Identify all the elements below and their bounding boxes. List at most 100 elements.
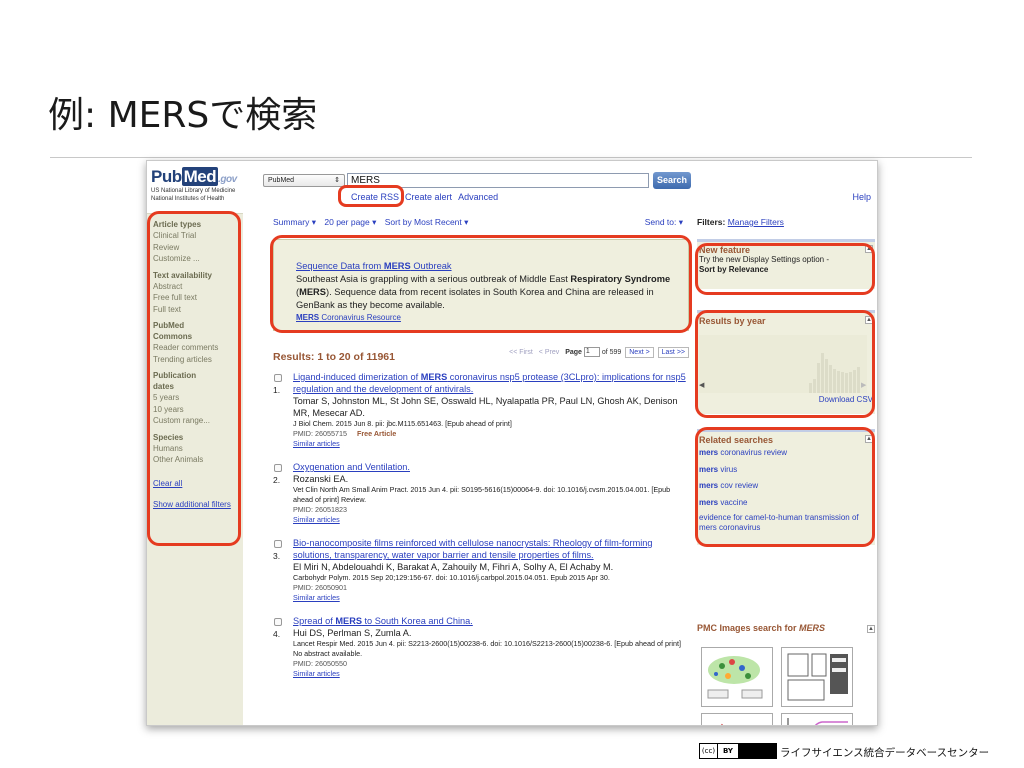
alert-title-link[interactable]: Sequence Data from MERS Outbreak <box>296 260 688 273</box>
last-page-button[interactable]: Last >> <box>657 347 689 358</box>
filter-item[interactable]: 10 years <box>153 404 243 416</box>
result-authors: Rozanski EA. <box>293 474 349 484</box>
result-pmid: PMID: 26050550 <box>293 659 347 668</box>
related-search-link[interactable]: evidence for camel-to-human transmission… <box>697 513 875 533</box>
pubmed-logo[interactable]: Pub Med .gov US National Library of Medici… <box>151 167 237 203</box>
related-search-link[interactable]: mers coronavirus review <box>697 445 875 462</box>
sort-dropdown[interactable]: Sort by Most Recent ▾ <box>385 217 469 227</box>
year-histogram[interactable] <box>699 335 867 393</box>
filter-group-pubmed-commons: PubMed Commons Reader comments Trending … <box>153 320 243 365</box>
first-page-link[interactable]: << First <box>509 349 533 356</box>
new-feature-panel: ▲ New feature Try the new Display Settin… <box>697 239 875 289</box>
collapse-icon[interactable]: ▲ <box>865 316 873 324</box>
filter-item[interactable]: Clinical Trial <box>153 230 243 242</box>
search-input[interactable]: MERS <box>347 173 649 188</box>
result-source: Carbohydr Polym. 2015 Sep 20;129:156-67.… <box>293 573 610 582</box>
similar-articles-link[interactable]: Similar articles <box>293 593 689 603</box>
result-pmid: PMID: 26051823 <box>293 505 347 514</box>
download-csv-link[interactable]: Download CSV <box>819 395 873 404</box>
alert-resource-link[interactable]: MERS Coronavirus Resource <box>296 312 688 323</box>
similar-articles-link[interactable]: Similar articles <box>293 439 689 449</box>
related-search-bold: mers <box>699 481 719 490</box>
filter-item[interactable]: Abstract <box>153 281 243 293</box>
year-bar <box>837 371 840 393</box>
page-number-input[interactable]: 1 <box>583 347 600 358</box>
result-source: J Biol Chem. 2015 Jun 8. pii: jbc.M115.6… <box>293 419 512 428</box>
similar-articles-link[interactable]: Similar articles <box>293 669 689 679</box>
filter-actions: Clear all Show additional filters <box>153 478 243 510</box>
collapse-icon[interactable]: ▲ <box>865 435 873 443</box>
advanced-link[interactable]: Advanced <box>458 192 498 202</box>
related-search-text: virus <box>718 464 738 474</box>
result-title-link[interactable]: Bio-nanocomposite films reinforced with … <box>293 537 689 561</box>
filter-item[interactable]: Customize ... <box>153 253 243 265</box>
related-search-link[interactable]: mers vaccine <box>697 495 875 512</box>
result-checkbox[interactable] <box>274 464 282 472</box>
pmc-image-thumbnail[interactable] <box>781 647 853 707</box>
filter-item[interactable]: Other Animals <box>153 454 243 466</box>
related-search-link[interactable]: mers virus <box>697 462 875 479</box>
year-bar <box>841 372 844 393</box>
search-button[interactable]: Search <box>653 172 691 189</box>
pmc-image-thumbnail[interactable] <box>701 647 773 707</box>
filters-label: Filters: <box>697 217 726 227</box>
alert-text-bold-1: Respiratory Syndrome <box>570 274 671 284</box>
manage-filters-link[interactable]: Manage Filters <box>728 217 784 227</box>
result-title-bold: MERS <box>335 616 362 626</box>
new-feature-text: Try the new Display Settings option - <box>699 255 829 264</box>
filter-item[interactable]: Reader comments <box>153 342 243 354</box>
result-checkbox[interactable] <box>274 374 282 382</box>
cc-by-license-badge: (cc) BY <box>699 743 777 759</box>
next-page-button[interactable]: Next > <box>625 347 654 358</box>
filter-item[interactable]: Trending articles <box>153 354 243 366</box>
sort-by-relevance-link[interactable]: Sort by Relevance <box>699 265 768 274</box>
summary-dropdown[interactable]: Summary ▾ <box>273 217 316 227</box>
related-searches-panel: ▲ Related searches mers coronavirus revi… <box>697 429 875 545</box>
filter-group-text-availability: Text availability Abstract Free full tex… <box>153 270 243 316</box>
year-bar <box>825 359 828 393</box>
create-alert-link[interactable]: Create alert <box>405 192 452 202</box>
title-divider <box>50 157 972 158</box>
result-checkbox[interactable] <box>274 540 282 548</box>
result-authors: El Miri N, Abdelouahdi K, Barakat A, Zah… <box>293 562 614 572</box>
filter-item[interactable]: Review <box>153 242 243 254</box>
results-by-year-heading: Results by year <box>699 316 766 326</box>
result-checkbox[interactable] <box>274 618 282 626</box>
scroll-right-icon[interactable]: ▶ <box>861 381 866 389</box>
show-additional-filters-link[interactable]: Show additional filters <box>153 499 243 510</box>
result-item: 4. Spread of MERS to South Korea and Chi… <box>273 615 689 679</box>
filter-item[interactable]: 5 years <box>153 392 243 404</box>
pmc-image-thumbnail[interactable] <box>701 713 773 725</box>
per-page-dropdown[interactable]: 20 per page ▾ <box>324 217 376 227</box>
results-by-year-panel: ▲ Results by year ◀ ▶ Download CSV <box>697 310 875 414</box>
filter-item[interactable]: Full text <box>153 304 243 316</box>
result-item: 2. Oxygenation and Ventilation. Rozanski… <box>273 461 689 525</box>
filter-sidebar: Article types Clinical Trial Review Cust… <box>147 213 243 725</box>
filter-item[interactable]: Free full text <box>153 292 243 304</box>
related-search-bold: mers <box>699 448 719 457</box>
result-title-link[interactable]: Spread of MERS to South Korea and China. <box>293 615 689 627</box>
create-rss-link[interactable]: Create RSS <box>351 192 399 202</box>
related-search-link[interactable]: mers cov review <box>697 478 875 495</box>
year-bar <box>821 353 824 393</box>
collapse-icon[interactable]: ▲ <box>867 625 875 633</box>
results-column: Summary ▾ 20 per page ▾ Sort by Most Rec… <box>273 217 689 687</box>
collapse-icon[interactable]: ▲ <box>865 245 873 253</box>
pmc-image-thumbnail[interactable] <box>781 713 853 725</box>
result-number: 1. <box>273 385 281 395</box>
logo-gov-text: .gov <box>218 174 237 185</box>
filter-item[interactable]: Humans <box>153 443 243 455</box>
result-title-link[interactable]: Oxygenation and Ventilation. <box>293 461 689 473</box>
prev-page-link[interactable]: < Prev <box>539 349 559 356</box>
similar-articles-link[interactable]: Similar articles <box>293 515 689 525</box>
database-select[interactable]: PubMed ⇕ <box>263 174 345 187</box>
result-title-link[interactable]: Ligand-induced dimerization of MERS coro… <box>293 371 689 395</box>
clear-all-link[interactable]: Clear all <box>153 478 243 489</box>
filter-item[interactable]: Custom range... <box>153 415 243 427</box>
filter-heading: Species <box>153 432 184 442</box>
send-to-dropdown[interactable]: Send to: ▾ <box>645 217 683 228</box>
result-number: 4. <box>273 629 281 639</box>
help-link[interactable]: Help <box>852 192 871 202</box>
scroll-left-icon[interactable]: ◀ <box>699 381 704 389</box>
page-label: Page <box>565 349 582 356</box>
